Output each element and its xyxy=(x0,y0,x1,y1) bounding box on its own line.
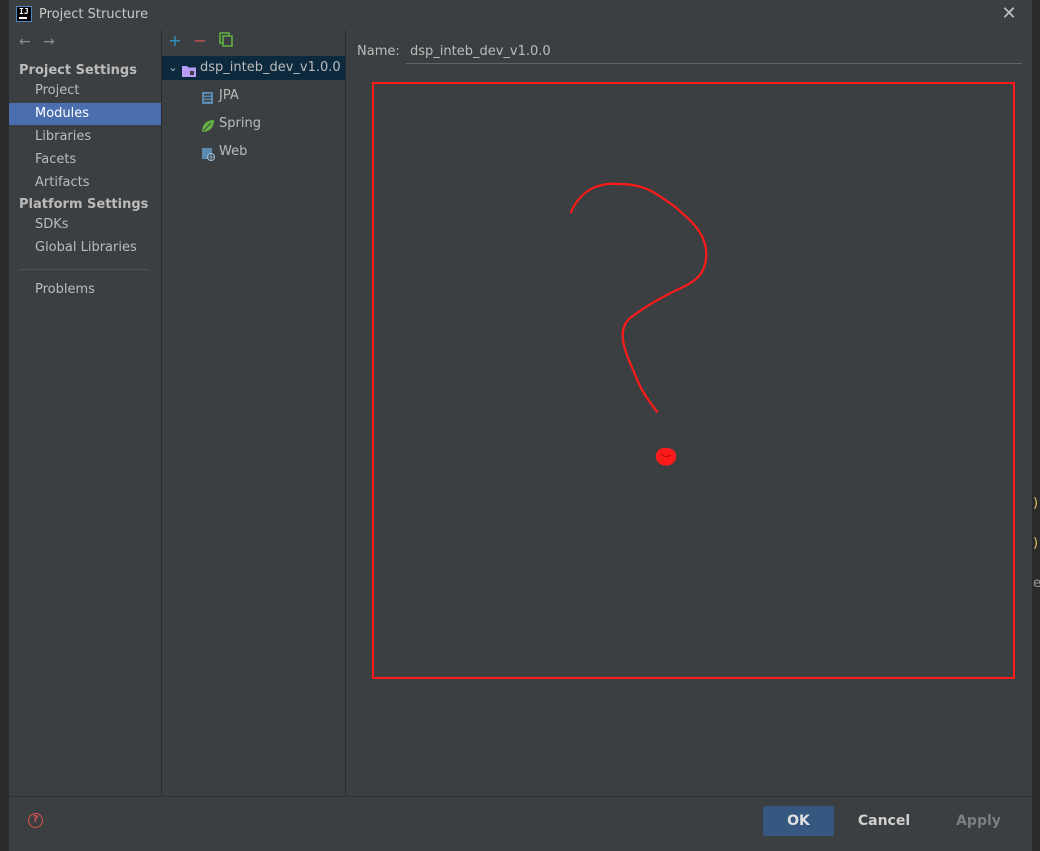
jpa-icon xyxy=(201,90,215,104)
close-button[interactable]: ✕ xyxy=(999,4,1019,24)
tree-label-spring: Spring xyxy=(219,116,261,131)
chevron-down-icon[interactable]: ⌄ xyxy=(164,56,182,80)
nav-item-libraries[interactable]: Libraries xyxy=(9,126,161,148)
remove-icon[interactable]: − xyxy=(191,32,209,50)
nav-item-modules[interactable]: Modules xyxy=(9,103,161,125)
spring-leaf-icon xyxy=(201,118,215,132)
question-mark-drawing-icon xyxy=(569,182,708,466)
nav-item-sdks[interactable]: SDKs xyxy=(9,214,161,236)
nav-item-facets[interactable]: Facets xyxy=(9,149,161,171)
editor-bracket-glyph: ) xyxy=(1033,536,1039,551)
nav-item-global-libraries[interactable]: Global Libraries xyxy=(9,237,161,259)
nav-item-artifacts[interactable]: Artifacts xyxy=(9,172,161,194)
tree-row-jpa[interactable]: JPA xyxy=(162,84,345,108)
cancel-button[interactable]: Cancel xyxy=(847,806,921,836)
background-editor-strip xyxy=(1032,0,1040,851)
settings-nav: ← → Project Settings Project Modules Lib… xyxy=(9,30,162,796)
window-title: Project Structure xyxy=(39,7,149,22)
platform-settings-heading: Platform Settings xyxy=(19,197,149,212)
dialog-footer: ? OK Cancel Apply xyxy=(9,796,1033,851)
nav-item-problems[interactable]: Problems xyxy=(9,279,161,301)
back-arrow-icon[interactable]: ← xyxy=(19,34,31,50)
annotation-rectangle xyxy=(372,82,1015,679)
project-settings-heading: Project Settings xyxy=(19,63,137,78)
editor-text-glyph: e xyxy=(1033,576,1040,591)
tree-row-spring[interactable]: Spring xyxy=(162,112,345,136)
editor-bracket-glyph: ) xyxy=(1033,496,1039,511)
copy-icon[interactable] xyxy=(217,32,235,50)
web-icon xyxy=(201,146,215,161)
module-folder-icon xyxy=(182,62,196,77)
module-detail-pane: Name: xyxy=(347,30,1033,796)
help-question-icon[interactable]: ? xyxy=(28,813,43,828)
tree-label-jpa: JPA xyxy=(219,88,239,103)
apply-button[interactable]: Apply xyxy=(937,806,1020,836)
tree-row-module[interactable]: ⌄ dsp_inteb_dev_v1.0.0 xyxy=(162,56,345,80)
nav-item-project[interactable]: Project xyxy=(9,80,161,102)
intellij-logo-icon: IJ xyxy=(16,6,32,22)
nav-separator xyxy=(19,269,149,270)
module-tree-pane: + − ⌄ dsp_inteb_dev_v1.0.0 JPA Spring We… xyxy=(162,30,346,796)
tree-label-module: dsp_inteb_dev_v1.0.0 xyxy=(200,60,341,75)
tree-row-web[interactable]: Web xyxy=(162,140,345,164)
project-structure-dialog: IJ Project Structure ✕ ← → Project Setti… xyxy=(8,0,1033,851)
title-bar: IJ Project Structure ✕ xyxy=(9,0,1033,30)
ok-button[interactable]: OK xyxy=(763,806,834,836)
tree-label-web: Web xyxy=(219,144,248,159)
forward-arrow-icon[interactable]: → xyxy=(43,34,55,50)
module-name-input[interactable] xyxy=(406,40,1022,64)
add-icon[interactable]: + xyxy=(166,32,184,50)
name-label: Name: xyxy=(357,44,400,59)
